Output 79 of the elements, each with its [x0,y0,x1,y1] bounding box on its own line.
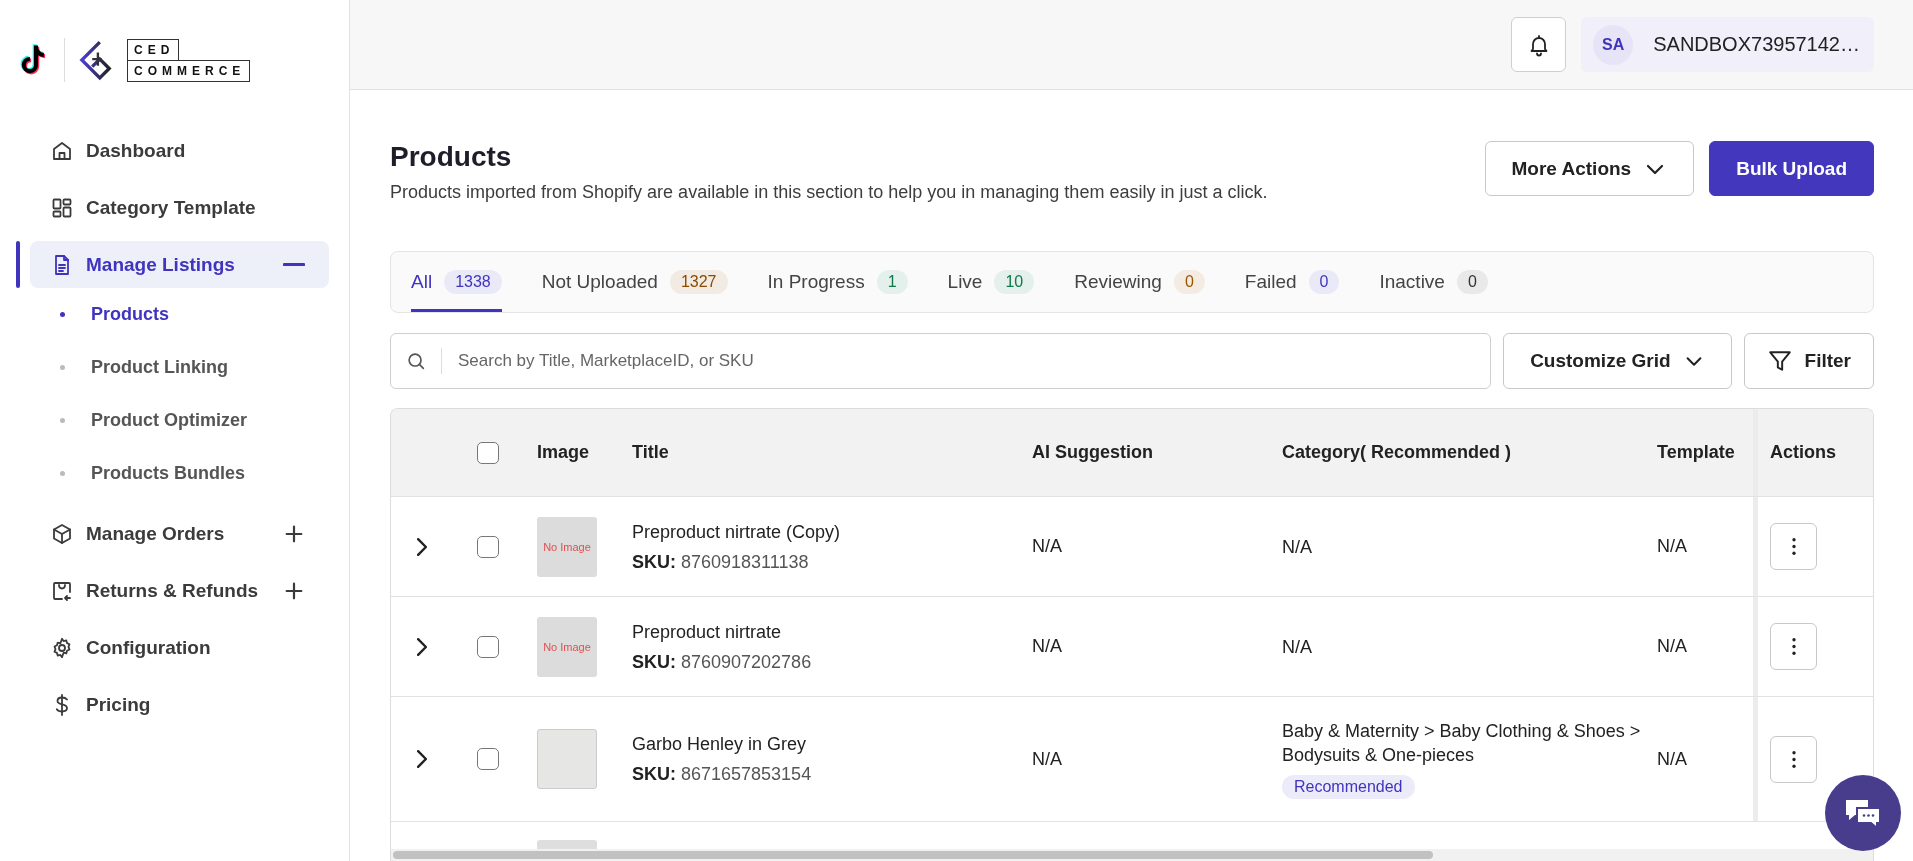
sidebar-subitem[interactable]: Product Optimizer [50,399,329,442]
expand-row-button[interactable] [417,750,427,768]
table-cell: N/A [1657,636,1687,656]
row-checkbox[interactable] [477,635,499,658]
recommended-badge: Recommended [1282,775,1415,799]
vertical-dots-icon [1791,750,1796,768]
horizontal-scrollbar[interactable] [391,849,1873,861]
sidebar-item[interactable]: Dashboard [30,127,329,174]
chevron-right-icon [417,750,427,768]
search-icon [405,350,427,372]
count-badge: 0 [1308,270,1340,294]
chevron-right-icon [417,537,427,556]
filter-button[interactable]: Filter [1743,333,1874,389]
column-header: Category( Recommended ) [1282,442,1512,462]
table-cell: N/A [1032,536,1062,556]
sidebar-subitem[interactable]: Products Bundles [50,452,329,495]
table-cell: N/A [1657,536,1687,556]
no-image-picture: No Image [537,616,597,677]
row-checkbox[interactable] [477,748,499,770]
sidebar-item[interactable]: Configuration [30,624,329,671]
category-path: N/A [1282,635,1313,659]
column-header: Actions [1770,442,1836,463]
status-tab[interactable]: Reviewing 0 [1074,252,1205,312]
column-header: AI Suggestion [1032,442,1153,462]
sidebar-item[interactable]: Manage Orders [30,510,329,557]
sidebar-subitem[interactable]: Products [50,293,329,336]
expand-row-button[interactable] [417,637,427,656]
count-badge: 1 [876,270,908,294]
table-cell: N/A [1032,636,1062,656]
product-sku: SKU: 8760918311138 [632,550,810,574]
more-actions-button[interactable]: More Actions [1484,141,1695,196]
count-badge: 1338 [444,270,502,294]
category-path: N/A [1282,535,1313,559]
vertical-dots-icon [1791,638,1796,655]
chevron-right-icon [417,637,427,656]
page-description: Products imported from Shopify are available in this section to help you in managing them easily in just a click. [390,182,1268,203]
count-badge: 10 [994,270,1035,294]
brand-wordmark: CED COMMERCE [127,38,251,82]
logo-mark-icon [79,39,113,81]
search-input[interactable]: Search by Title, MarketplaceID, or SKU [456,350,1477,372]
column-header: Image [537,442,590,462]
column-header: Title [632,442,669,462]
filter-icon [1766,348,1793,374]
table-cell: N/A [1657,748,1687,769]
notifications-button[interactable] [1511,17,1567,72]
sidebar-item[interactable]: Pricing [30,681,329,728]
customize-grid-button[interactable]: Customize Grid [1503,333,1732,389]
avatar: SA [1593,24,1634,65]
status-tab[interactable]: All 1338 [411,252,502,312]
vertical-dots-icon [1791,538,1796,555]
column-header: Template [1657,442,1735,462]
count-badge: 0 [1456,270,1488,294]
sidebar-subitem[interactable]: Product Linking [50,346,329,389]
box-icon [50,521,74,546]
status-tab[interactable]: Live 10 [947,252,1035,312]
page-title: Products [390,140,513,174]
product-sku: SKU: 8760907202786 [632,650,813,674]
status-tab[interactable]: In Progress 1 [767,252,908,312]
photo-placeholder [537,729,597,789]
count-badge: 0 [1173,270,1205,294]
count-badge: 1327 [669,270,728,294]
category-path: Baby & Maternity > Baby Clothing & Shoes > Bodysuits & One-pieces [1282,720,1642,767]
sidebar-item[interactable]: Category Template [30,184,329,231]
product-title: Preproduct nirtrate (Copy) [632,520,842,544]
expand-row-button[interactable] [417,537,427,556]
bulk-upload-button[interactable]: Bulk Upload [1709,141,1874,196]
product-title: Preproduct nirtrate [632,620,783,644]
product-title: Garbo Henley in Grey [632,733,808,756]
status-tab[interactable]: Inactive 0 [1379,252,1488,312]
account-menu-button[interactable]: SA SANDBOX73957142… [1581,17,1874,72]
sidebar-item[interactable]: Returns & Refunds [30,567,329,614]
status-tab[interactable]: Failed 0 [1244,252,1340,312]
search-bar[interactable]: Search by Title, MarketplaceID, or SKU [390,333,1492,389]
select-all-checkbox[interactable] [477,441,499,464]
status-tab[interactable]: Not Uploaded 1327 [541,252,728,312]
table-cell: N/A [1032,748,1062,769]
row-checkbox[interactable] [477,535,499,558]
no-image-picture: No Image [537,516,597,577]
product-sku: SKU: 8671657853154 [632,763,813,786]
